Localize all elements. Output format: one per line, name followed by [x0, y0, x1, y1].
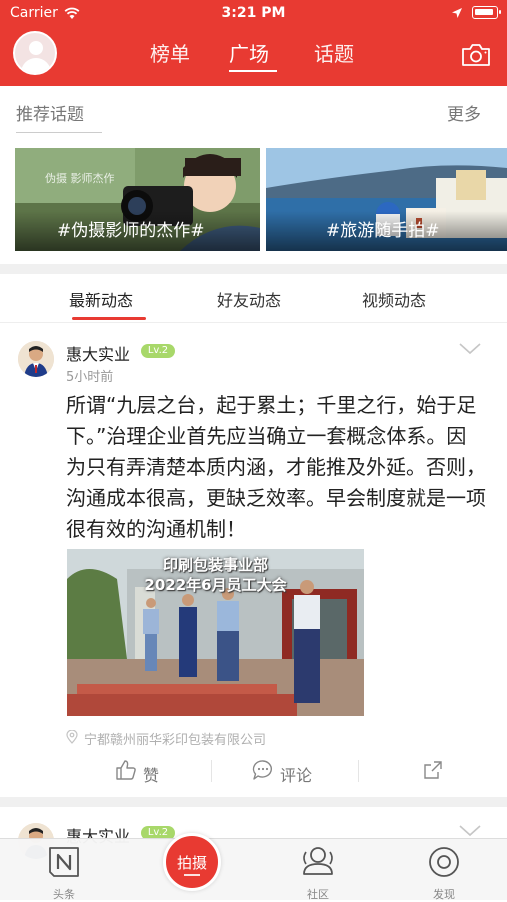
tab-headlines[interactable]: 头条	[34, 842, 94, 901]
comment-button[interactable]: 评论	[252, 759, 322, 785]
post-author-avatar[interactable]	[18, 341, 54, 377]
post-image[interactable]: 印刷包装事业部 2022年6月员工大会	[67, 549, 364, 716]
camera-icon[interactable]	[460, 42, 492, 68]
chevron-down-icon[interactable]	[458, 342, 482, 356]
feed-tab-friends[interactable]: 好友动态	[217, 287, 281, 311]
comment-icon	[252, 760, 272, 780]
tab-community[interactable]: 社区	[288, 842, 348, 901]
shoot-button[interactable]: 拍摄	[163, 833, 221, 891]
like-button[interactable]: 赞	[115, 759, 175, 785]
action-divider	[358, 760, 359, 782]
shoot-label: 拍摄	[176, 854, 207, 872]
tab-discover[interactable]: 发现	[414, 842, 474, 901]
thumbs-up-icon	[116, 760, 136, 780]
topic-card-photographer[interactable]: 伪摄 影师杰作 #伪摄影师的杰作#	[15, 148, 260, 251]
more-topics-link[interactable]: 更多	[447, 100, 481, 125]
status-time: 3:21 PM	[221, 5, 286, 21]
feed-tab-video[interactable]: 视频动态	[362, 287, 426, 311]
recommend-title-underline	[16, 132, 102, 133]
post-timestamp: 5小时前	[66, 370, 114, 385]
section-divider	[0, 264, 507, 274]
community-icon	[303, 847, 333, 875]
chevron-down-icon[interactable]	[458, 824, 482, 838]
post-body-text: 所谓“九层之台，起于累土；千里之行，始于足下。”治理企业首先应当确立一套概念体系…	[66, 393, 486, 541]
feed-tab-latest[interactable]: 最新动态	[69, 287, 133, 311]
post-location[interactable]: 宁都赣州丽华彩印包装有限公司	[84, 729, 266, 748]
level-badge: Lv.2	[141, 344, 175, 358]
topic-caption-travel: #旅游随手拍#	[326, 221, 440, 241]
feed-tabs-divider	[0, 322, 507, 323]
topic-watermark: 伪摄 影师杰作	[45, 172, 115, 185]
location-pin-icon	[66, 730, 78, 744]
top-header: Carrier 3:21 PM 榜单 广场 话题	[0, 0, 507, 86]
news-icon	[49, 847, 79, 877]
post-image-caption: 印刷包装事业部 2022年6月员工大会	[67, 555, 364, 595]
image-caption-line-1: 印刷包装事业部	[162, 556, 268, 574]
tab-square[interactable]: 广场	[229, 38, 269, 67]
comment-label: 评论	[280, 766, 313, 785]
share-icon	[424, 761, 442, 779]
post-divider	[0, 797, 507, 807]
share-button[interactable]	[422, 759, 446, 785]
topic-caption-photographer: #伪摄影师的杰作#	[57, 221, 205, 241]
user-avatar[interactable]	[13, 31, 57, 75]
tab-ranking[interactable]: 榜单	[150, 38, 190, 67]
discover-icon	[429, 847, 459, 877]
battery-icon	[472, 6, 501, 19]
action-divider	[211, 760, 212, 782]
tab-topics[interactable]: 话题	[314, 38, 354, 67]
topic-card-travel[interactable]: #旅游随手拍#	[266, 148, 507, 251]
active-tab-indicator	[229, 70, 277, 72]
recommend-topics-title: 推荐话题	[16, 105, 84, 125]
location-arrow-icon	[452, 8, 462, 18]
image-caption-line-2: 2022年6月员工大会	[144, 576, 287, 594]
status-bar: Carrier 3:21 PM	[0, 0, 507, 28]
like-label: 赞	[143, 766, 160, 785]
feed-tab-indicator	[72, 317, 146, 320]
post-author-name[interactable]: 惠大实业	[66, 341, 130, 365]
